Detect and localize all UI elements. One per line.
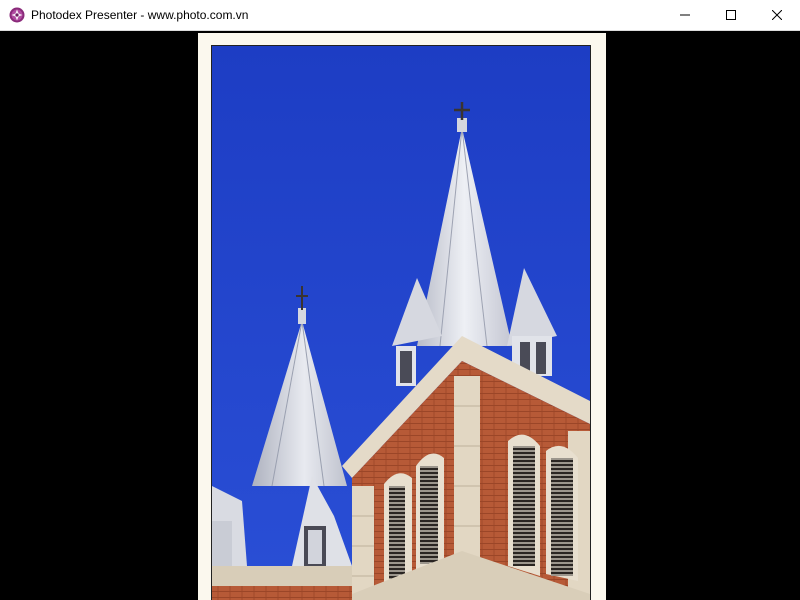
photo-illustration [212,46,590,600]
close-button[interactable] [754,0,800,31]
minimize-icon [680,14,690,16]
maximize-button[interactable] [708,0,754,31]
photo-frame [198,33,606,600]
slide-viewer[interactable] [0,31,800,600]
cathedral-spires-photo [211,45,591,600]
maximize-icon [726,10,736,20]
title-bar[interactable]: Photodex Presenter - www.photo.com.vn [0,0,800,31]
presenter-window: Photodex Presenter - www.photo.com.vn [0,0,800,600]
window-title: Photodex Presenter - www.photo.com.vn [31,8,249,22]
photodex-app-icon [9,7,25,23]
minimize-button[interactable] [662,0,708,31]
close-icon [772,10,782,20]
window-controls [662,0,800,31]
